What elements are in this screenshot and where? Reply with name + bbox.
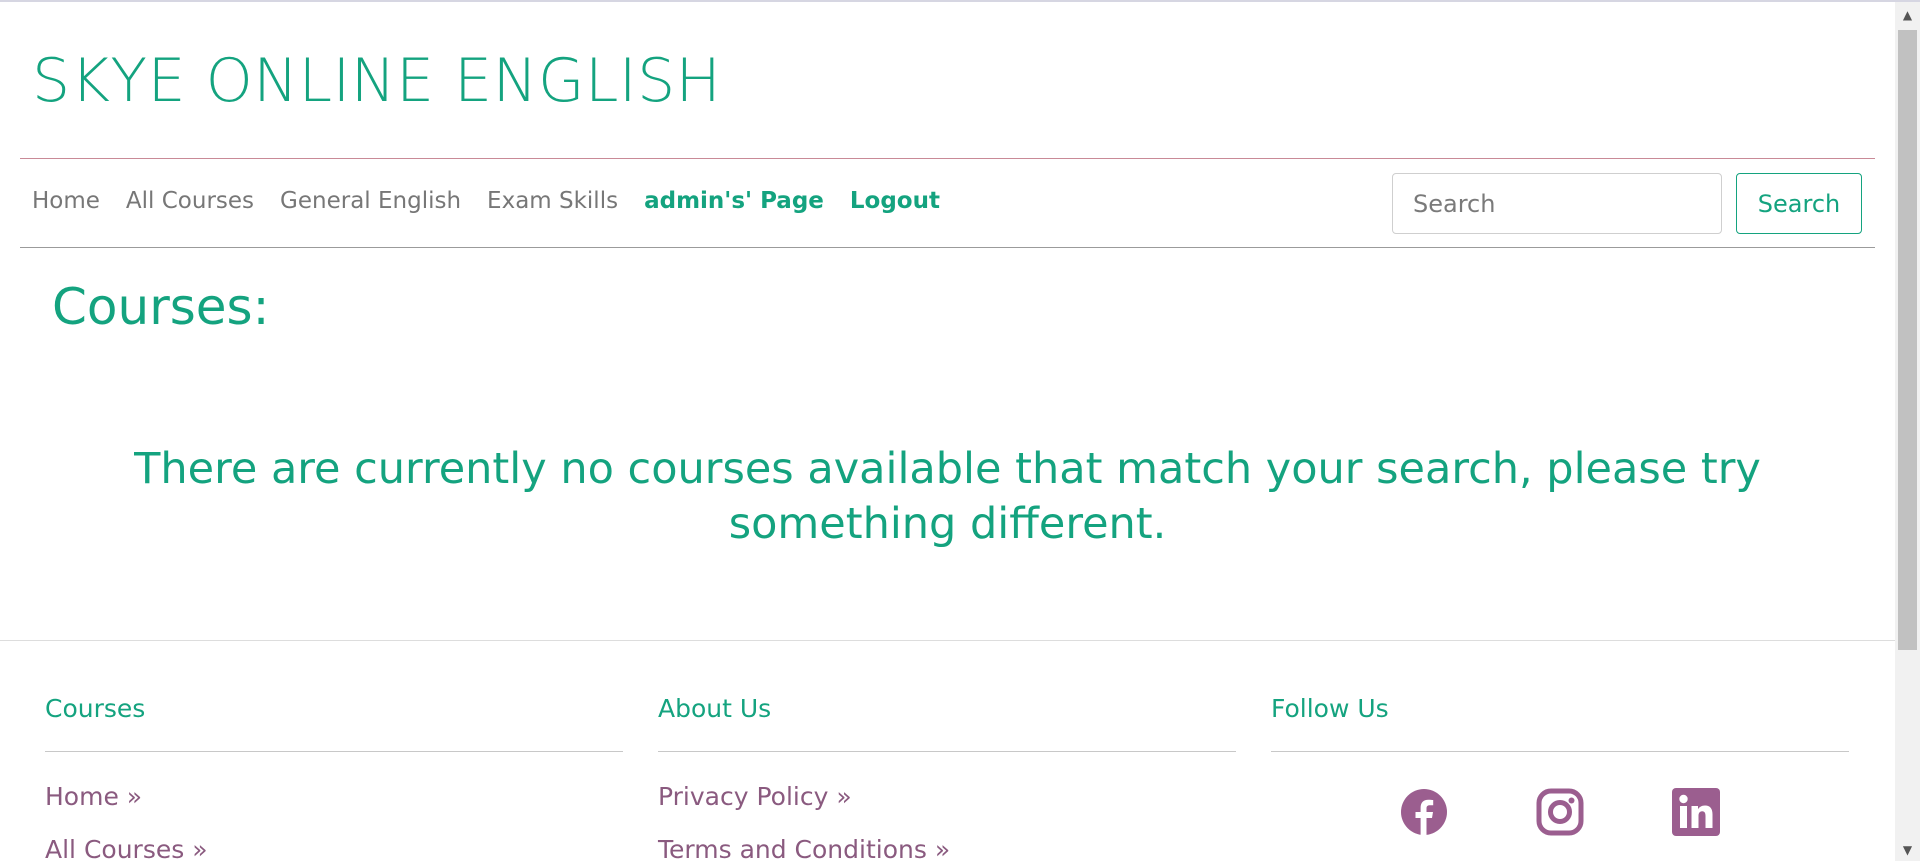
footer-column-divider [45,751,623,752]
facebook-icon[interactable] [1400,788,1448,836]
footer-courses-heading: Courses [45,694,146,723]
footer-link-home[interactable]: Home » [45,782,623,811]
nav-exam-skills[interactable]: Exam Skills [487,188,618,214]
footer-divider [0,640,1895,641]
search-button[interactable]: Search [1736,173,1862,234]
empty-results-message: There are currently no courses available… [134,444,1761,549]
footer-follow-column: Follow Us [1271,694,1849,752]
nav-logout[interactable]: Logout [850,188,940,214]
nav-admin-page[interactable]: admin's' Page [644,188,824,214]
instagram-icon[interactable] [1536,788,1584,836]
vertical-scrollbar[interactable]: ▲ ▼ [1895,2,1920,861]
nav-all-courses[interactable]: All Courses [126,188,254,214]
nav-home[interactable]: Home [32,188,100,214]
scroll-down-arrow-icon[interactable]: ▼ [1895,843,1920,857]
nav-general-english[interactable]: General English [280,188,461,214]
main-nav: Home All Courses General English Exam Sk… [32,188,940,214]
page: SKYE ONLINE ENGLISH Home All Courses Gen… [0,2,1895,861]
search-input[interactable] [1392,173,1722,234]
footer-link-privacy-policy[interactable]: Privacy Policy » [658,782,1236,811]
page-title: Courses: [52,278,270,336]
footer-follow-heading: Follow Us [1271,694,1389,723]
linkedin-icon[interactable] [1672,788,1720,836]
footer-courses-column: Courses Home » All Courses » [45,694,623,861]
footer-link-terms[interactable]: Terms and Conditions » [658,835,1236,861]
scrollbar-thumb[interactable] [1898,30,1917,650]
site-title[interactable]: SKYE ONLINE ENGLISH [32,46,721,116]
nav-divider [20,247,1875,248]
footer-about-column: About Us Privacy Policy » Terms and Cond… [658,694,1236,861]
footer-column-divider [1271,751,1849,752]
footer-about-heading: About Us [658,694,772,723]
header-divider [20,158,1875,159]
footer-link-all-courses[interactable]: All Courses » [45,835,623,861]
scroll-up-arrow-icon[interactable]: ▲ [1895,8,1920,22]
footer-column-divider [658,751,1236,752]
